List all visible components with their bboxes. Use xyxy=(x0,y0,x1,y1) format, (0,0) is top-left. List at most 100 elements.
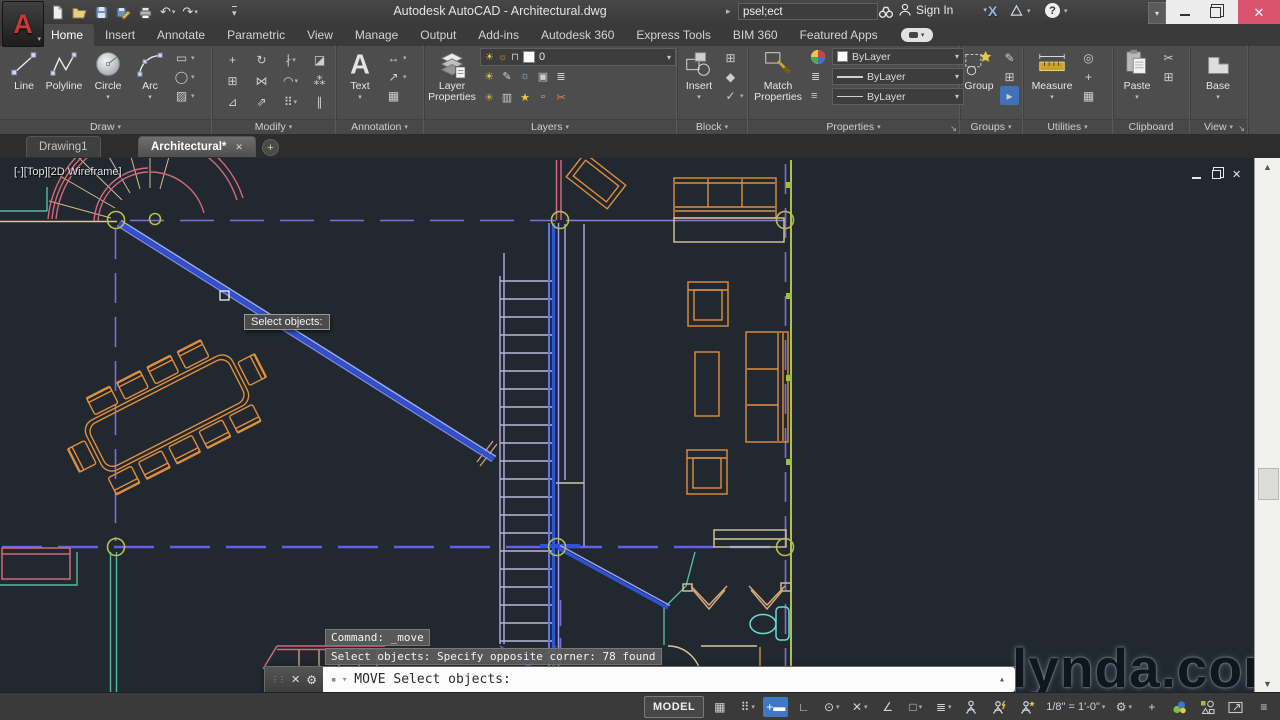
quick-calculator-button[interactable]: ▦ xyxy=(1079,86,1098,105)
layer-match-button[interactable]: ▥ xyxy=(498,91,516,104)
annotation-visibility-button[interactable] xyxy=(959,697,984,717)
base-dropdown-icon[interactable]: ▾ xyxy=(1216,93,1220,101)
lineweight-list-icon[interactable]: ≣ xyxy=(811,70,820,83)
command-caret-icon[interactable]: ▴ xyxy=(999,674,1005,685)
command-drag-grip[interactable]: ⋮⋮ xyxy=(271,675,286,684)
drawing-area[interactable]: [-][Top][2D Wireframe] ✕ Select objects:… xyxy=(0,158,1280,692)
file-tab-architectural-[interactable]: Architectural* ✕ xyxy=(138,136,256,157)
layer-thaw-button[interactable]: ★ xyxy=(516,91,534,104)
viewport-controls[interactable]: [-][Top][2D Wireframe] xyxy=(14,166,122,178)
tab-close-icon[interactable]: ✕ xyxy=(235,142,243,153)
id-point-button[interactable]: + xyxy=(1079,67,1098,86)
new-drawing-tab-button[interactable]: + xyxy=(262,139,279,156)
redo-button[interactable]: ↷ ▾ xyxy=(180,3,199,21)
create-block-button[interactable]: ⊞ xyxy=(721,48,746,67)
explode-button[interactable]: ⁂ xyxy=(314,74,326,88)
copy-clip-button[interactable]: ⊞ xyxy=(1159,67,1178,86)
layer-unlock-button[interactable]: ▫ xyxy=(534,91,552,104)
ribbon-tab-output[interactable]: Output xyxy=(409,24,467,46)
object-snap-tracking-button[interactable]: ∠ xyxy=(875,697,900,717)
model-toggle-button[interactable]: MODEL xyxy=(644,696,705,718)
text-button[interactable]: A Text ▾ xyxy=(340,48,380,101)
connect-media-button[interactable]: ▾ xyxy=(900,28,933,42)
dropdown-arrow-icon[interactable]: ▾ xyxy=(194,8,198,16)
snap-mode-button[interactable]: ⠿ ▾ xyxy=(735,697,760,717)
customization-menu-button[interactable]: ≡ xyxy=(1251,697,1276,717)
circle-dropdown-icon[interactable]: ▾ xyxy=(106,93,110,101)
save-button[interactable] xyxy=(92,3,111,21)
layer-dropdown[interactable]: ☀ ☼ ⊓ 0 ▾ xyxy=(480,48,676,66)
infocenter-collapse-icon[interactable]: ▾ xyxy=(1148,2,1166,24)
scrollbar-thumb[interactable] xyxy=(1258,468,1279,500)
workspace-switching-button[interactable]: ⚙ ▾ xyxy=(1111,697,1136,717)
polar-tracking-button[interactable]: ⊙ ▾ xyxy=(819,697,844,717)
sign-in-dropdown-icon[interactable]: ▾ xyxy=(983,6,987,14)
dynamic-input-button[interactable]: +▬ xyxy=(763,697,789,717)
line-button[interactable]: Line xyxy=(4,48,44,92)
isolate-objects-button[interactable] xyxy=(1195,697,1220,717)
minimize-button[interactable] xyxy=(1180,6,1192,16)
help-button[interactable]: ? ▾ xyxy=(1045,3,1068,18)
sign-in-button[interactable]: Sign In ▾ xyxy=(898,3,987,17)
panel-label-properties[interactable]: Properties ▾ ↘ xyxy=(748,119,959,134)
ribbon-tab-parametric[interactable]: Parametric xyxy=(216,24,296,46)
edit-attributes-button[interactable]: ◆ xyxy=(721,67,746,86)
annotation-scale-flag-button[interactable] xyxy=(1015,697,1040,717)
panel-label-groups[interactable]: Groups ▾ xyxy=(960,119,1022,134)
exchange-apps-icon[interactable]: X xyxy=(988,3,997,19)
annotation-scale-button[interactable]: 1/8" = 1'-0" ▾ xyxy=(1043,697,1108,717)
layer-properties-button[interactable]: Layer Properties xyxy=(428,48,476,103)
customize-plus-button[interactable]: + xyxy=(1139,697,1164,717)
table-tool-button[interactable]: ▦ xyxy=(384,86,409,105)
open-file-button[interactable] xyxy=(70,3,89,21)
arc-dropdown-icon[interactable]: ▾ xyxy=(148,93,152,101)
dimension-tool-button[interactable]: ↔ ▾ xyxy=(384,48,409,67)
panel-label-block[interactable]: Block ▾ xyxy=(677,119,747,134)
text-dropdown-icon[interactable]: ▾ xyxy=(358,93,362,101)
offset-button[interactable]: ∥ xyxy=(317,95,323,109)
ribbon-tab-bim-360[interactable]: BIM 360 xyxy=(722,24,789,46)
mirror-button[interactable]: ⋈ xyxy=(256,74,268,88)
restore-button[interactable] xyxy=(1210,7,1221,18)
help-dropdown-icon[interactable]: ▾ xyxy=(1064,7,1068,15)
measure-button[interactable]: Measure ▾ xyxy=(1029,48,1075,101)
stretch-button[interactable]: ⊿ xyxy=(227,95,237,109)
copy-button[interactable]: ⊞ xyxy=(227,74,237,88)
circle-button[interactable]: Circle ▾ xyxy=(88,48,128,101)
ribbon-tab-add-ins[interactable]: Add-ins xyxy=(467,24,530,46)
layer-isolate-button[interactable]: ✎ xyxy=(498,70,516,83)
layer-delete-button[interactable]: ✂ xyxy=(552,91,570,104)
panel-label-clipboard[interactable]: Clipboard xyxy=(1113,119,1189,134)
color-wheel-icon[interactable] xyxy=(810,49,826,65)
layer-freeze-button[interactable]: ☼ xyxy=(516,70,534,83)
properties-launcher-icon[interactable]: ↘ xyxy=(950,124,957,133)
ungroup-button[interactable]: ✎ xyxy=(1000,48,1019,67)
recent-commands-icon[interactable]: ▪ ▾ xyxy=(331,675,347,685)
clean-screen-button[interactable] xyxy=(1223,697,1248,717)
ribbon-tab-autodesk-360[interactable]: Autodesk 360 xyxy=(530,24,625,46)
layer-states-button[interactable]: ≣ xyxy=(552,70,570,83)
layer-on-button[interactable]: ☀ xyxy=(480,91,498,104)
linetype-dropdown[interactable]: ByLayer ▾ xyxy=(832,88,964,105)
panel-label-view[interactable]: View ▾ ↘ xyxy=(1190,119,1247,134)
dropdown-arrow-icon[interactable]: ▾ xyxy=(172,8,176,16)
ribbon-tab-manage[interactable]: Manage xyxy=(344,24,409,46)
rotate-button[interactable]: ↻ xyxy=(256,53,266,67)
leader-tool-button[interactable]: ↗ ▾ xyxy=(384,67,409,86)
close-button[interactable]: ✕ xyxy=(1238,0,1280,26)
autodesk360-button[interactable]: ▾ xyxy=(1010,4,1031,17)
trim-button[interactable]: ∤ ▾ xyxy=(285,53,296,67)
layer-dropdown-arrow-icon[interactable]: ▾ xyxy=(667,53,671,62)
viewport-close-icon[interactable]: ✕ xyxy=(1232,168,1241,181)
ribbon-tab-insert[interactable]: Insert xyxy=(94,24,146,46)
command-customize-icon[interactable]: ⚙ xyxy=(306,673,317,687)
object-color-dropdown[interactable]: ByLayer ▾ xyxy=(832,48,964,65)
erase-button[interactable]: ◪ xyxy=(314,53,325,67)
panel-label-layers[interactable]: Layers ▾ xyxy=(424,119,676,134)
quick-select-button[interactable]: ◎ xyxy=(1079,48,1098,67)
insert-dropdown-icon[interactable]: ▾ xyxy=(697,93,701,101)
match-properties-button[interactable]: Match Properties xyxy=(752,48,804,103)
ortho-mode-button[interactable]: ∟ xyxy=(791,697,816,717)
lineweight-dropdown[interactable]: ByLayer ▾ xyxy=(832,68,964,85)
arc-button[interactable]: Arc ▾ xyxy=(130,48,170,101)
